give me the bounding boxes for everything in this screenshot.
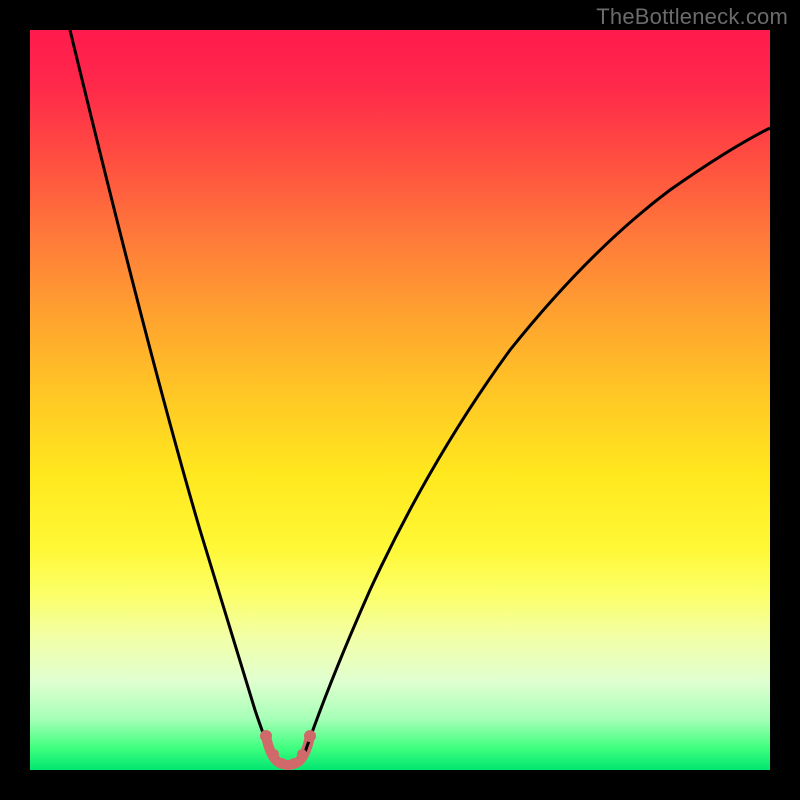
curve-left (70, 30, 272, 755)
curve-svg (30, 30, 770, 770)
chart-frame: TheBottleneck.com (0, 0, 800, 800)
vertex-dot (297, 749, 307, 759)
plot-area (30, 30, 770, 770)
vertex-dot (304, 730, 316, 742)
vertex-dot (260, 730, 272, 742)
watermark-text: TheBottleneck.com (596, 4, 788, 30)
vertex-dot (283, 760, 293, 770)
curve-right (304, 128, 770, 755)
vertex-dot (269, 749, 279, 759)
